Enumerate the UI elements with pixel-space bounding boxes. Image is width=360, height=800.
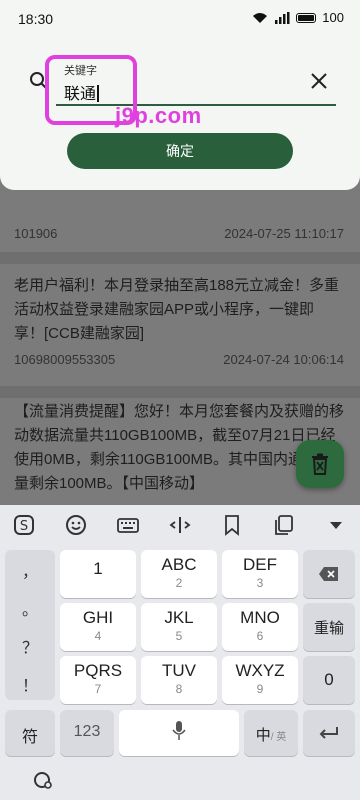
message-item[interactable]: 老用户福利！本月登录抽至高188元立减金！多重活动权益登录建融家园APP或小程序… <box>0 264 360 386</box>
status-bar: 18:30 100 <box>0 0 360 36</box>
key-main-label: PQRS <box>73 661 123 680</box>
key-main-label: GHI <box>82 608 114 627</box>
message-date: 2024-07-25 11:10:17 <box>224 226 344 241</box>
keyboard-toolbar: S <box>0 505 360 545</box>
key-sub-label: 3 <box>256 576 264 590</box>
confirm-button[interactable]: 确定 <box>67 133 293 169</box>
key-sub-label: 9 <box>256 682 264 696</box>
message-text: 【流量消费提醒】您好！本月您套餐内及获赠的移动数据流量共110GB100MB，截… <box>14 403 345 492</box>
battery-level: 100 <box>322 10 344 25</box>
collapse-keyboard-icon[interactable] <box>324 513 348 537</box>
key-sub-label: 8 <box>175 682 183 696</box>
keyboard: S ， 。 ？ ！ 1 ABC 2 DEF 3 GHI 4 JKL 5 MNO … <box>0 505 360 800</box>
symbol-key[interactable]: 符 <box>5 710 55 756</box>
ime-logo-icon[interactable]: S <box>12 513 36 537</box>
delete-fab[interactable] <box>296 440 344 488</box>
message-sender: 101906 <box>14 226 58 241</box>
key-mno[interactable]: MNO 6 <box>222 603 298 651</box>
key-main-label: 123 <box>73 723 101 740</box>
list-divider <box>0 386 360 398</box>
message-meta: 10698009553305 2024-07-24 10:06:14 <box>14 352 344 367</box>
key-main-label: 1 <box>93 559 103 578</box>
key-sub-label: 7 <box>94 682 102 696</box>
key-wxyz[interactable]: WXYZ 9 <box>222 656 298 704</box>
enter-key[interactable] <box>303 710 355 756</box>
backspace-icon <box>319 567 338 581</box>
reenter-key[interactable]: 重输 <box>303 603 355 651</box>
status-time: 18:30 <box>18 11 54 27</box>
key-sub-label: 6 <box>256 629 264 643</box>
list-divider <box>0 252 360 264</box>
key-ghi[interactable]: GHI 4 <box>60 603 136 651</box>
lang-sub-label: / 英 <box>270 732 287 743</box>
punctuation-column: ， 。 ？ ！ <box>5 550 55 700</box>
emoji-icon[interactable] <box>64 513 88 537</box>
key-sub-label: 4 <box>94 629 102 643</box>
trash-icon <box>312 453 328 475</box>
key-main-label: TUV <box>162 661 196 680</box>
search-sheet: 18:30 100 关键字 联通 j9p.com 确定 <box>0 0 360 190</box>
backspace-key[interactable] <box>303 550 355 598</box>
keyboard-layout-icon[interactable] <box>116 513 140 537</box>
key-tuv[interactable]: TUV 8 <box>141 656 217 704</box>
microphone-icon <box>172 721 186 740</box>
key-main-label: MNO <box>240 608 280 627</box>
message-date: 2024-07-24 10:06:14 <box>223 352 344 367</box>
message-meta: 101906 2024-07-25 11:10:17 <box>14 226 344 241</box>
status-icons: 100 <box>252 10 344 25</box>
key-pqrs[interactable]: PQRS 7 <box>60 656 136 704</box>
enter-icon <box>319 727 338 739</box>
language-switch-key[interactable]: 中/ 英 <box>244 710 298 756</box>
key-def[interactable]: DEF 3 <box>222 550 298 598</box>
key-main-label: WXYZ <box>235 661 285 680</box>
watermark: j9p.com <box>115 103 202 128</box>
key-main-label: 0 <box>324 670 334 689</box>
cursor-move-icon[interactable] <box>168 513 192 537</box>
wifi-icon <box>253 12 268 23</box>
bookmark-icon[interactable] <box>220 513 244 537</box>
clipboard-icon[interactable] <box>272 513 296 537</box>
close-icon[interactable] <box>308 70 330 92</box>
message-sender: 10698009553305 <box>14 352 116 367</box>
key-main-label: JKL <box>164 608 194 627</box>
key-sub-label: 2 <box>175 576 183 590</box>
key-abc[interactable]: ABC 2 <box>141 550 217 598</box>
number-key[interactable]: 123 <box>60 710 114 756</box>
key-main-label: ABC <box>161 555 197 574</box>
key-main-label: 符 <box>21 729 38 746</box>
space-voice-key[interactable] <box>119 710 239 756</box>
punct-comma-key[interactable]: ， <box>5 558 55 582</box>
punct-exclaim-key[interactable]: ！ <box>5 672 55 696</box>
key-0[interactable]: 0 <box>303 656 355 704</box>
key-main-label: 重输 <box>313 620 344 637</box>
punct-question-key[interactable]: ？ <box>5 634 55 658</box>
keyboard-settings-icon[interactable] <box>32 769 54 791</box>
key-main-label: DEF <box>243 555 277 574</box>
signal-icon <box>275 11 290 24</box>
message-text: 老用户福利！本月登录抽至高188元立减金！多重活动权益登录建融家园APP或小程序… <box>14 277 340 342</box>
lang-main-label: 中 <box>255 727 271 744</box>
svg-text:S: S <box>20 519 28 534</box>
key-jkl[interactable]: JKL 5 <box>141 603 217 651</box>
message-item[interactable]: 101906 2024-07-25 11:10:17 <box>0 190 360 252</box>
punct-period-key[interactable]: 。 <box>5 596 55 620</box>
key-1[interactable]: 1 <box>60 550 136 598</box>
key-sub-label: 5 <box>175 629 183 643</box>
battery-icon <box>296 12 317 23</box>
